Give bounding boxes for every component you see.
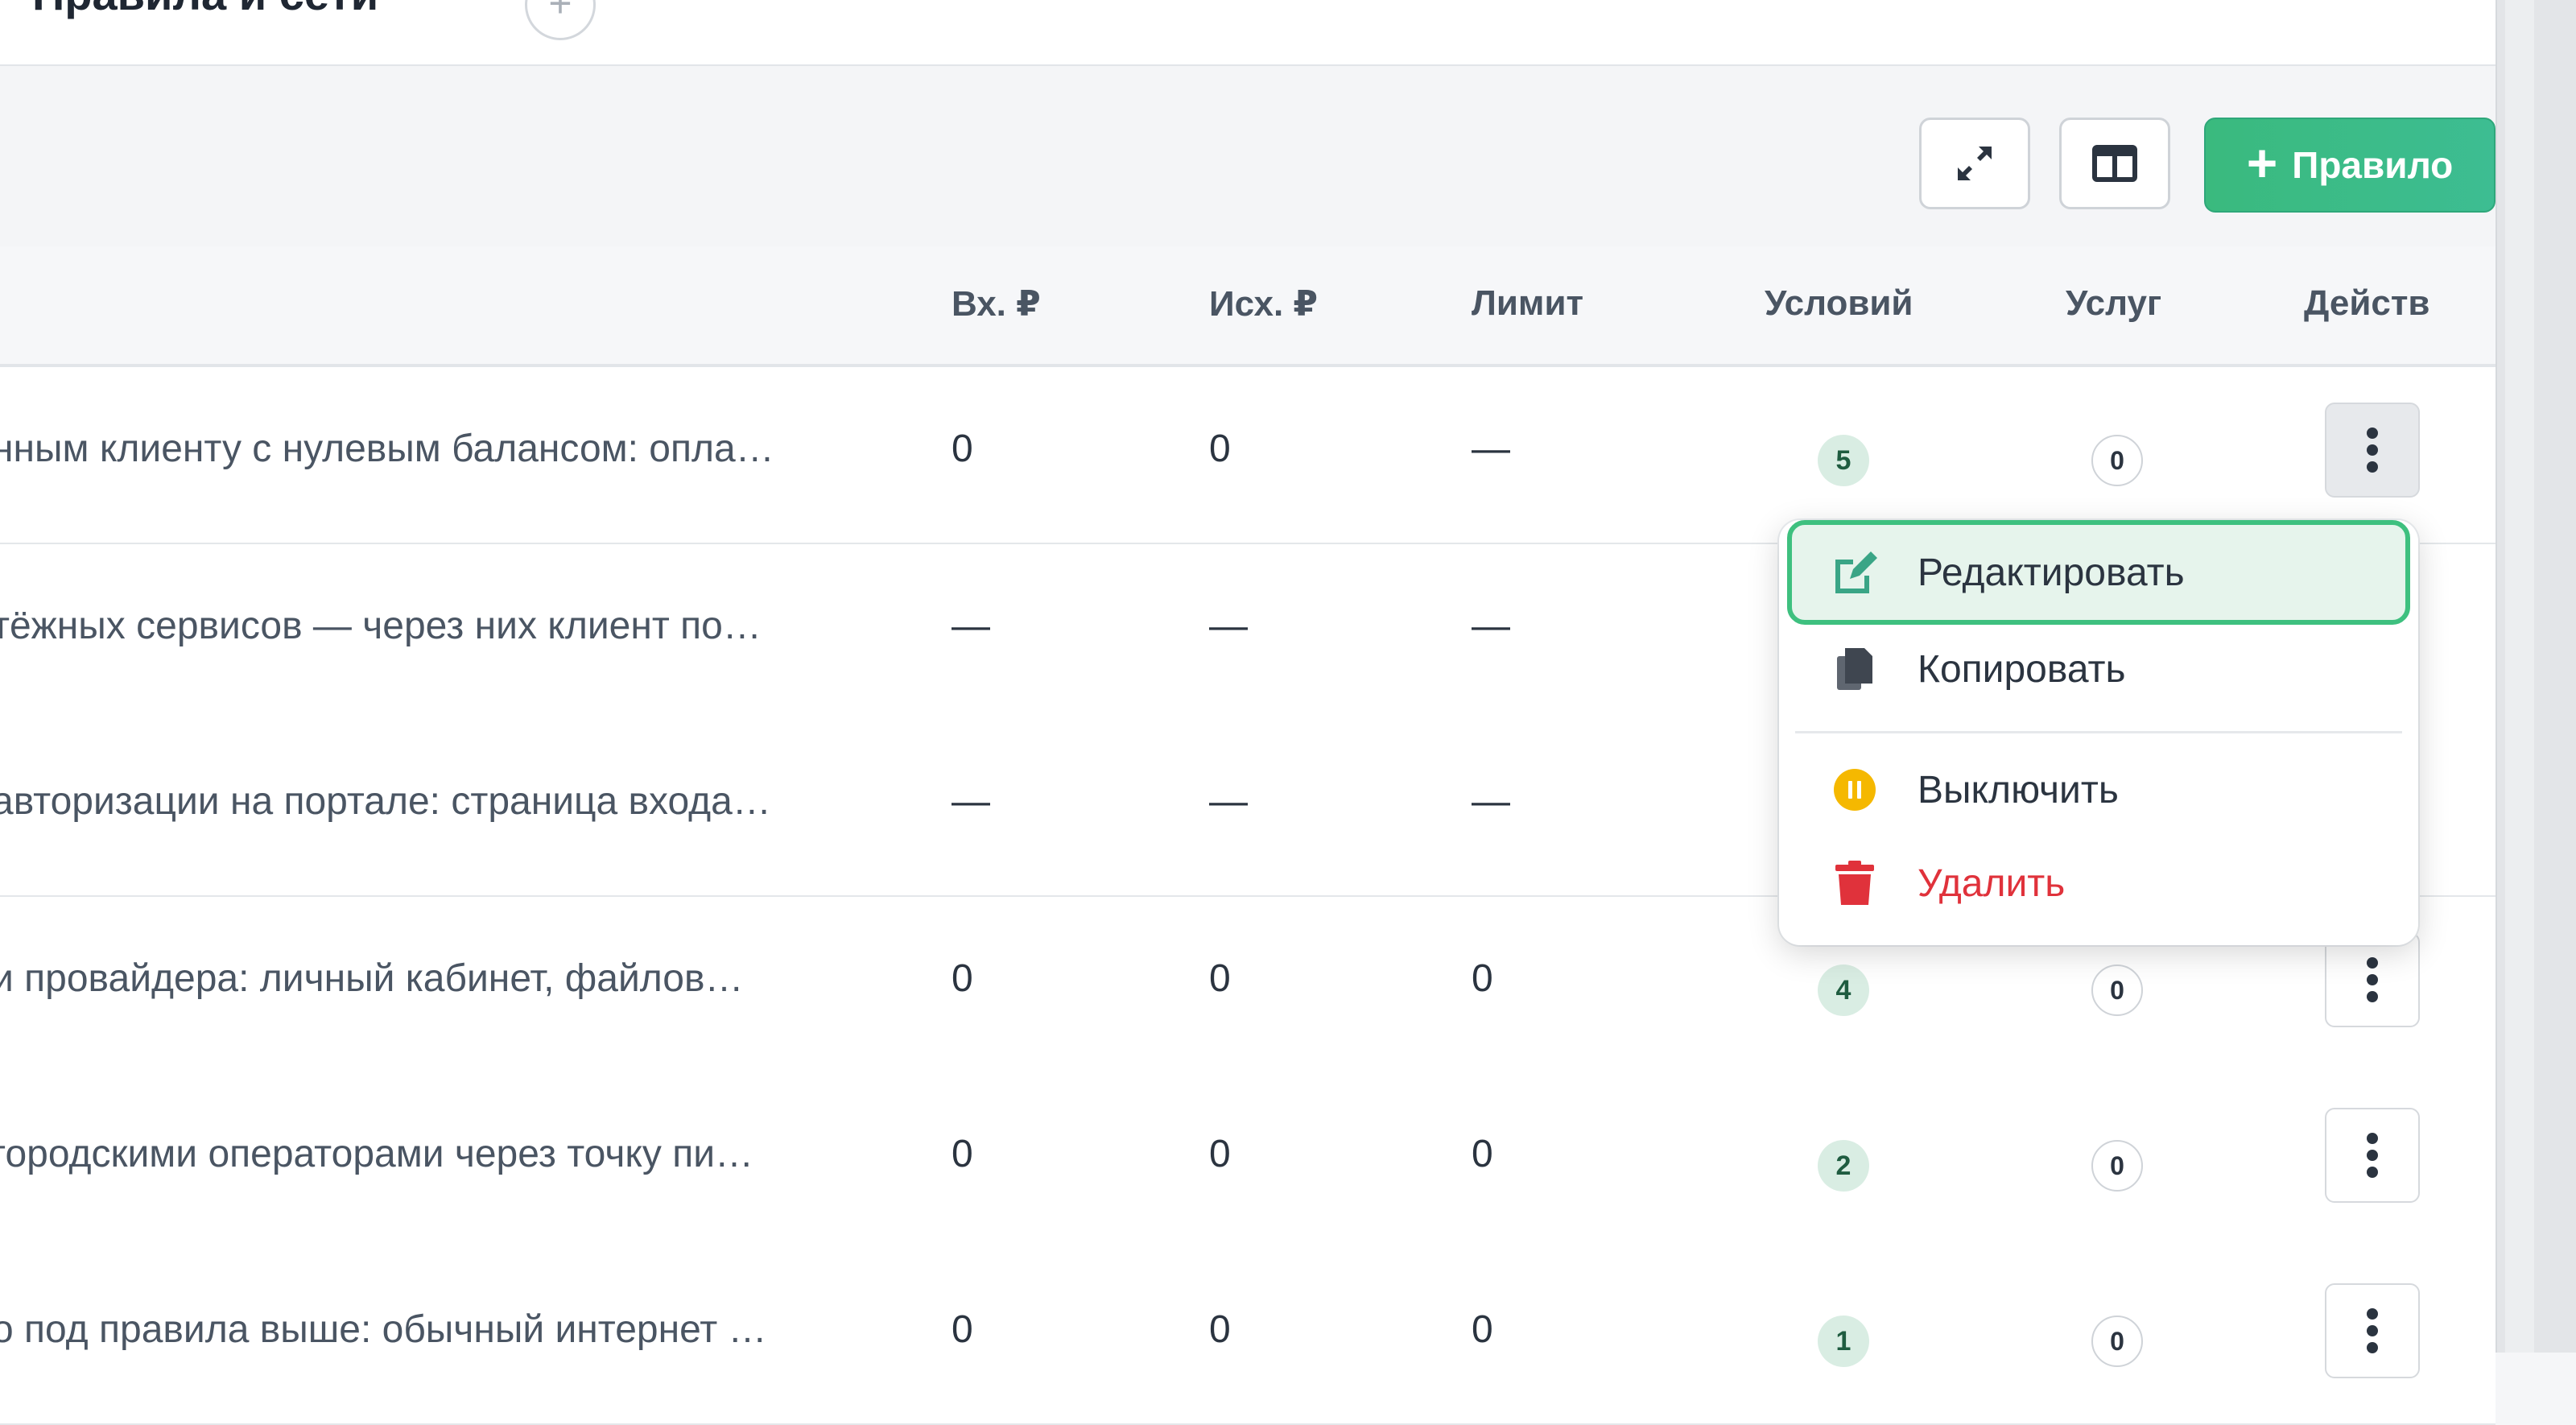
rule-description: тёжных сервисов — через них клиент по…	[0, 605, 762, 647]
out-value: —	[1209, 605, 1248, 647]
limit-value: —	[1472, 428, 1510, 470]
limit-value: —	[1472, 780, 1510, 823]
add-rule-label: Правило	[2292, 144, 2454, 186]
in-value: 0	[952, 428, 973, 470]
menu-item-disable-label: Выключить	[1918, 768, 2119, 812]
rule-description: нным клиенту с нулевым балансом: опла…	[0, 428, 774, 470]
services-badge: 0	[2091, 1316, 2143, 1367]
menu-item-copy-label: Копировать	[1918, 647, 2126, 691]
page-title: Правила и сети	[32, 0, 378, 20]
limit-value: 0	[1472, 1133, 1493, 1175]
menu-item-delete[interactable]: Удалить	[1787, 831, 2410, 936]
column-header-limit[interactable]: Лимит	[1472, 283, 1583, 324]
menu-divider	[1795, 731, 2402, 733]
services-badge: 0	[2091, 435, 2143, 486]
out-value: —	[1209, 780, 1248, 823]
services-badge: 0	[2091, 964, 2143, 1016]
trash-icon	[1829, 857, 1880, 909]
row-actions-button[interactable]	[2325, 932, 2420, 1027]
pencil-square-icon	[1829, 547, 1880, 598]
rule-description: городскими операторами через точку пи…	[0, 1133, 754, 1175]
conditions-badge: 1	[1818, 1316, 1869, 1367]
conditions-badge: 2	[1818, 1140, 1869, 1192]
plus-icon: +	[2246, 133, 2278, 192]
rules-panel: Правила и сети + + Правило Вх. ₽ Исх. ₽ …	[0, 0, 2496, 1425]
page-header: Правила и сети +	[0, 0, 2496, 66]
rule-description: авторизации на портале: страница входа…	[0, 780, 771, 823]
title-add-button[interactable]: +	[525, 0, 596, 40]
out-value: 0	[1209, 1308, 1231, 1351]
limit-value: 0	[1472, 1308, 1493, 1351]
rule-description: о под правила выше: обычный интернет …	[0, 1308, 767, 1351]
menu-item-disable[interactable]: Выключить	[1787, 737, 2410, 842]
columns-layout-icon	[2092, 145, 2137, 182]
table-row[interactable]: нным клиенту с нулевым балансом: опла… 0…	[0, 367, 2496, 544]
table-row[interactable]: о под правила выше: обычный интернет … 0…	[0, 1248, 2496, 1425]
in-value: —	[952, 780, 990, 823]
menu-item-edit[interactable]: Редактировать	[1787, 520, 2410, 625]
column-header-out[interactable]: Исх. ₽	[1209, 283, 1318, 324]
in-value: 0	[952, 957, 973, 1000]
column-header-in[interactable]: Вх. ₽	[952, 283, 1041, 324]
vertical-dots-icon	[2367, 1308, 2378, 1320]
in-value: 0	[952, 1308, 973, 1351]
add-rule-button[interactable]: + Правило	[2204, 118, 2496, 213]
vertical-dots-icon	[2367, 428, 2378, 439]
limit-value: —	[1472, 605, 1510, 647]
rule-description: и провайдера: личный кабинет, файлов…	[0, 957, 744, 1000]
menu-item-delete-label: Удалить	[1918, 861, 2066, 905]
column-header-services[interactable]: Услуг	[2066, 283, 2161, 324]
out-value: 0	[1209, 1133, 1231, 1175]
row-actions-button[interactable]	[2325, 1108, 2420, 1203]
limit-value: 0	[1472, 957, 1493, 1000]
row-actions-button[interactable]	[2325, 403, 2420, 498]
in-value: —	[952, 605, 990, 647]
vertical-dots-icon	[2367, 957, 2378, 969]
table-row[interactable]: городскими операторами через точку пи… 0…	[0, 1072, 2496, 1249]
column-header-conditions[interactable]: Условий	[1765, 283, 1913, 324]
row-actions-menu: Редактировать Копировать Выключить Удали…	[1779, 520, 2418, 945]
columns-toggle-button[interactable]	[2059, 118, 2170, 209]
out-value: 0	[1209, 957, 1231, 1000]
expand-arrows-icon	[1958, 147, 1992, 180]
out-value: 0	[1209, 428, 1231, 470]
expand-button[interactable]	[1919, 118, 2030, 209]
pause-circle-icon	[1829, 764, 1880, 816]
scrollbar-thumb[interactable]	[2505, 0, 2534, 1353]
menu-item-copy[interactable]: Копировать	[1787, 617, 2410, 721]
copy-files-icon	[1829, 643, 1880, 695]
services-badge: 0	[2091, 1140, 2143, 1192]
in-value: 0	[952, 1133, 973, 1175]
menu-item-edit-label: Редактировать	[1918, 551, 2185, 594]
column-header-actions: Действ	[2304, 283, 2430, 323]
row-actions-button[interactable]	[2325, 1283, 2420, 1378]
conditions-badge: 5	[1818, 435, 1869, 486]
conditions-badge: 4	[1818, 964, 1869, 1016]
table-header: Вх. ₽ Исх. ₽ Лимит Условий Услуг Действ	[0, 246, 2496, 367]
vertical-dots-icon	[2367, 1133, 2378, 1144]
